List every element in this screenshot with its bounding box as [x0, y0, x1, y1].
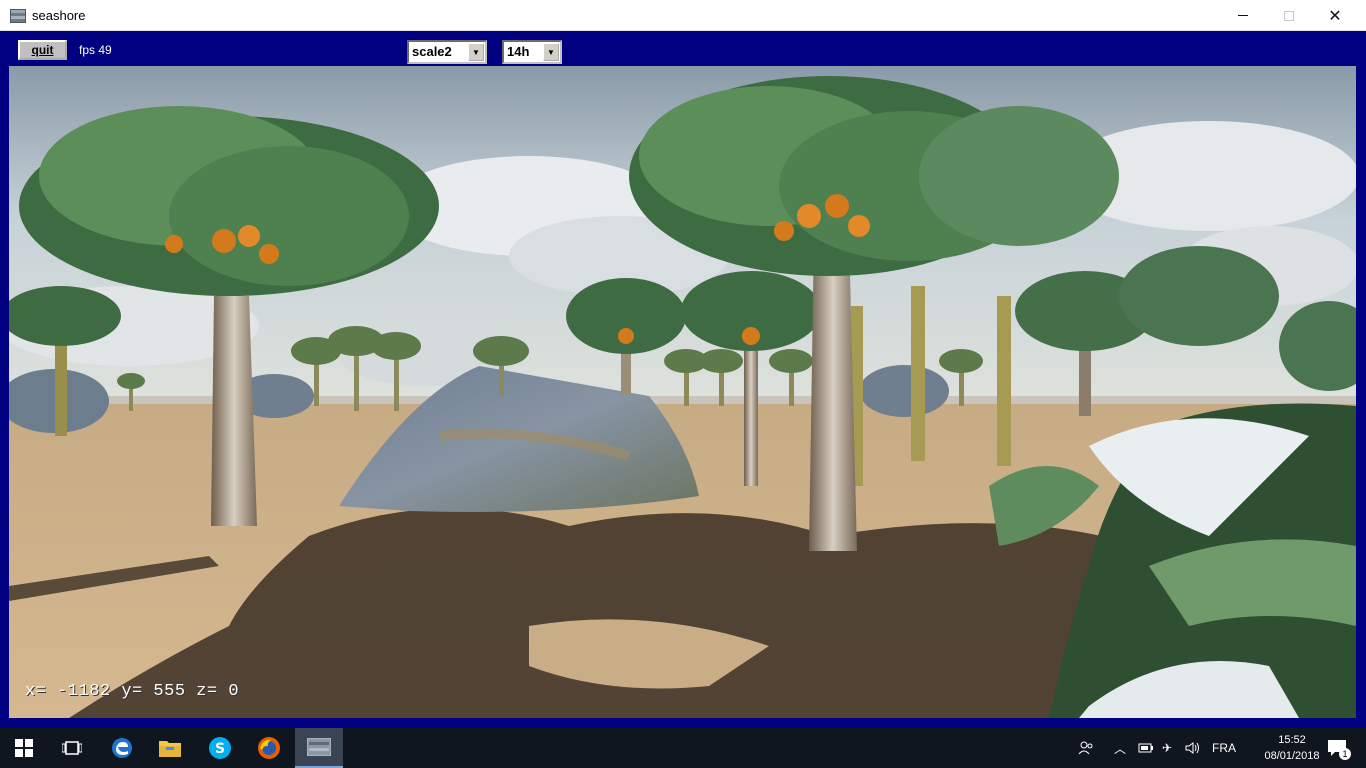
maximize-icon	[1284, 10, 1294, 21]
svg-text:S: S	[215, 741, 225, 757]
start-button[interactable]	[0, 728, 48, 768]
people-button[interactable]	[1078, 728, 1102, 768]
maximize-button[interactable]	[1266, 0, 1312, 31]
notification-count: 1	[1339, 748, 1351, 760]
firefox-taskbar-button[interactable]	[245, 728, 293, 768]
scale-select-value: scale2	[412, 44, 452, 59]
quit-button[interactable]: quit	[18, 40, 67, 60]
close-icon: ✕	[1328, 7, 1342, 25]
app-icon	[10, 9, 26, 23]
window-title: seashore	[32, 8, 86, 23]
skype-taskbar-button[interactable]: S	[196, 728, 244, 768]
clock-date: 08/01/2018	[1264, 750, 1320, 762]
close-button[interactable]: ✕	[1312, 0, 1358, 31]
chevron-up-icon: ︿	[1114, 741, 1127, 756]
coordinates-readout: x= -1182 y= 555 z= 0	[25, 682, 240, 701]
hour-select[interactable]: 14h ▼	[502, 40, 562, 64]
firefox-icon	[258, 737, 280, 759]
volume-button[interactable]	[1185, 728, 1205, 768]
dropdown-arrow-icon[interactable]: ▼	[543, 43, 559, 61]
battery-button[interactable]	[1138, 728, 1158, 768]
file-explorer-taskbar-button[interactable]	[146, 728, 194, 768]
minimize-icon	[1238, 15, 1248, 16]
input-language-button[interactable]: FRA	[1212, 728, 1242, 768]
battery-icon	[1138, 743, 1153, 753]
clock[interactable]: 15:52 08/01/2018	[1258, 732, 1326, 764]
quit-label: quit	[31, 43, 54, 57]
clock-time: 15:52	[1278, 734, 1306, 746]
hour-select-value: 14h	[507, 44, 530, 59]
edge-taskbar-button[interactable]	[98, 728, 146, 768]
skype-icon: S	[209, 737, 231, 759]
task-view-button[interactable]	[48, 728, 96, 768]
beach-scene	[9, 66, 1356, 718]
airplane-mode-icon: ✈	[1162, 741, 1173, 755]
start-icon	[15, 739, 33, 757]
seashore-taskbar-button[interactable]	[295, 728, 343, 768]
edge-icon	[112, 738, 132, 758]
show-hidden-icons-button[interactable]: ︿	[1114, 728, 1132, 768]
title-bar: seashore ✕	[0, 0, 1366, 31]
scale-select[interactable]: scale2 ▼	[407, 40, 487, 64]
network-button[interactable]: ✈	[1162, 728, 1182, 768]
app-window: quit fps 49 scale2 ▼ 14h ▼ x= -1182 y= 5…	[0, 31, 1366, 728]
dropdown-arrow-icon[interactable]: ▼	[468, 43, 484, 61]
fps-counter: fps 49	[79, 43, 112, 57]
language-label: FRA	[1212, 741, 1236, 755]
minimize-button[interactable]	[1220, 0, 1266, 31]
seashore-app-icon	[307, 738, 331, 756]
people-icon	[1078, 741, 1093, 755]
task-view-icon	[62, 741, 82, 755]
toolbar: quit fps 49 scale2 ▼ 14h ▼	[8, 31, 1358, 66]
taskbar: S ︿ ✈ FRA 15:52 08/01/2018 1	[0, 728, 1366, 768]
speaker-icon	[1185, 742, 1199, 754]
3d-viewport[interactable]: x= -1182 y= 555 z= 0	[9, 66, 1356, 718]
action-center-button[interactable]: 1	[1322, 728, 1352, 768]
file-explorer-icon	[159, 741, 181, 757]
